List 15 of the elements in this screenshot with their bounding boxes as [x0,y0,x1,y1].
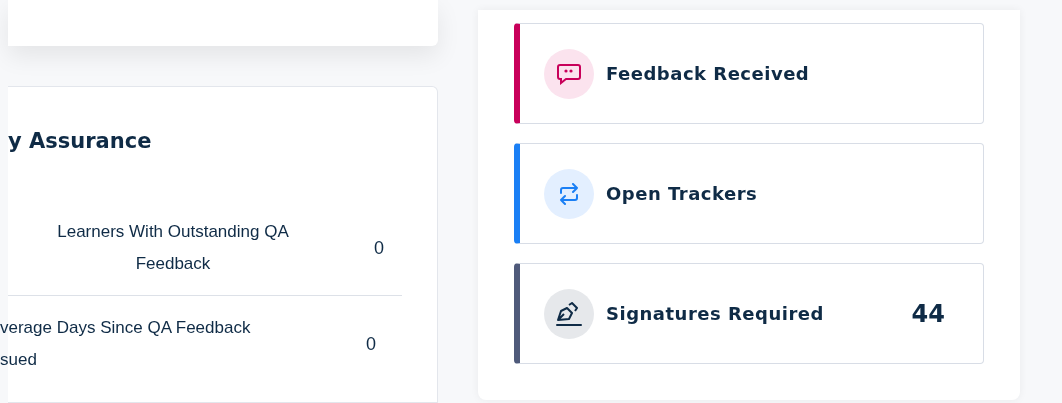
tile-label: Signatures Required [606,303,825,324]
summary-tile[interactable]: Open Trackers [514,143,984,244]
summary-tile[interactable]: Feedback Received [514,23,984,124]
summary-tile[interactable]: Signatures Required 44 [514,263,984,364]
card-title: y Assurance [8,128,153,155]
speech-bubble-icon [557,62,581,85]
metric-label: verage Days Since QA Feedback sued [0,317,252,371]
metric-label: Learners With Outstanding QA Feedback [56,221,290,275]
tile-count: 44 [911,299,945,328]
tile-label: Feedback Received [606,63,811,84]
tile-label: Open Trackers [606,183,759,204]
metric-value: 0 [366,333,376,355]
pen-icon [555,301,583,326]
repeat-arrows-icon [559,182,579,205]
metric-value: 0 [374,237,384,259]
